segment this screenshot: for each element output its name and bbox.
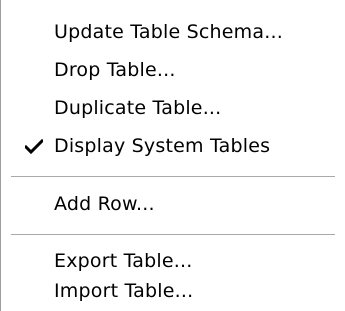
menu-item-duplicate-table[interactable]: Duplicate Table...: [1, 88, 345, 128]
menu-item-add-row[interactable]: Add Row...: [1, 184, 345, 224]
context-menu: Update Table Schema... Drop Table... Dup…: [0, 0, 345, 311]
menu-item-import-table[interactable]: Import Table...: [1, 271, 345, 311]
menu-item-label: Export Table...: [54, 250, 193, 272]
menu-item-label: Drop Table...: [54, 59, 176, 81]
menu-item-display-system-tables[interactable]: Display System Tables: [1, 126, 345, 166]
menu-separator: [11, 176, 335, 178]
menu-item-label: Add Row...: [54, 193, 155, 215]
menu-item-label: Update Table Schema...: [54, 21, 283, 43]
menu-item-label: Display System Tables: [54, 135, 271, 157]
menu-item-update-table-schema[interactable]: Update Table Schema...: [1, 12, 345, 52]
checkmark-icon: [25, 139, 43, 155]
menu-separator: [11, 234, 335, 236]
menu-item-label: Import Table...: [54, 280, 194, 302]
menu-item-label: Duplicate Table...: [54, 97, 222, 119]
menu-item-drop-table[interactable]: Drop Table...: [1, 50, 345, 90]
